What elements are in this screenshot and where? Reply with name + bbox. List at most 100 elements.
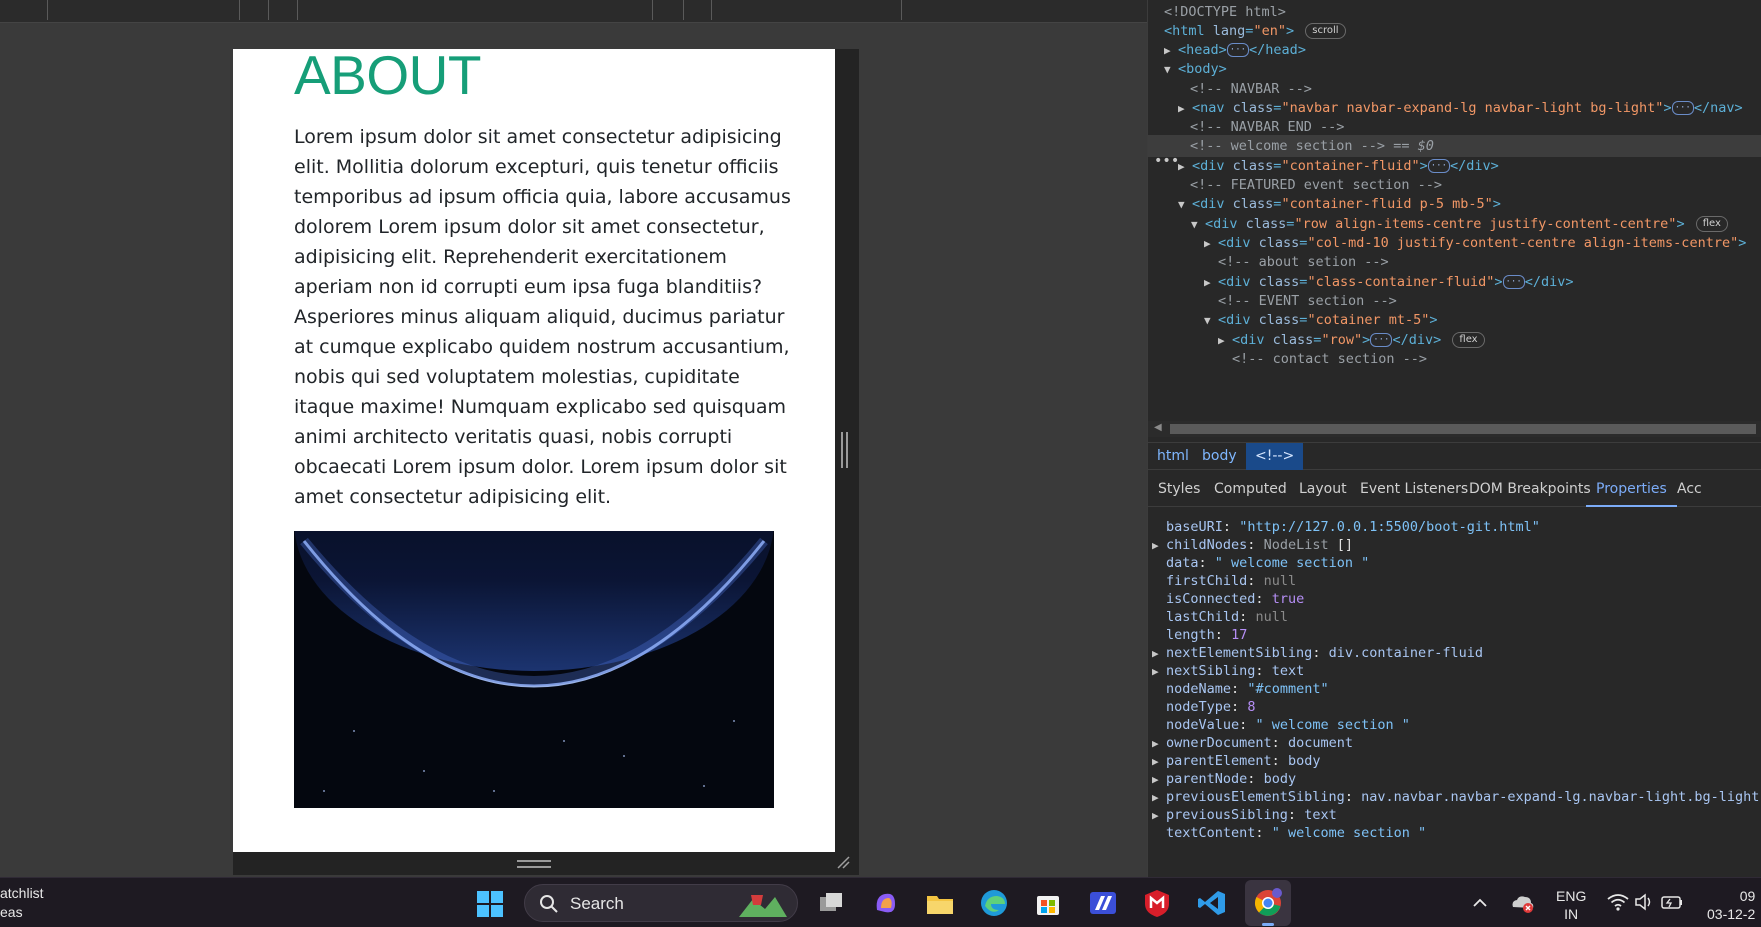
tab-accessibility[interactable]: Acc (1677, 471, 1702, 507)
prop-firstChild[interactable]: firstChild: null (1166, 571, 1761, 591)
prop-parentNode[interactable]: ▶ parentNode: body (1152, 769, 1761, 789)
dom-node-div-cotainer[interactable]: ▼ <div class="cotainer mt-5"> (1204, 309, 1761, 331)
colon: : (1231, 681, 1240, 697)
collapsed-ellipsis[interactable]: ··· (1671, 101, 1694, 115)
taskbar-search-box[interactable]: Search (524, 884, 798, 922)
prop-nextElementSibling[interactable]: ▶ nextElementSibling: div.container-fluid (1152, 643, 1761, 663)
chevron-up-icon[interactable] (1470, 893, 1490, 913)
prop-key: data (1166, 555, 1199, 571)
prop-nodeType[interactable]: nodeType: 8 (1166, 697, 1761, 717)
scroll-left-icon[interactable]: ◀ (1154, 422, 1162, 433)
collapse-arrow-icon[interactable]: ▼ (1204, 310, 1218, 332)
dom-node-comment-about[interactable]: <!-- about setion --> (1218, 251, 1761, 273)
expand-arrow-icon[interactable]: ▶ (1152, 662, 1166, 682)
tab-dom-breakpoints[interactable]: DOM Breakpoints (1469, 471, 1591, 507)
tab-layout[interactable]: Layout (1299, 471, 1347, 507)
onedrive-icon[interactable] (1509, 891, 1535, 915)
colon: : (1247, 771, 1256, 787)
viewport-resize-handle-bottom[interactable] (517, 860, 551, 868)
store-icon[interactable] (1033, 888, 1063, 918)
prop-previousElementSibling[interactable]: ▶ previousElementSibling: nav.navbar.navb… (1152, 787, 1761, 807)
prop-length[interactable]: length: 17 (1166, 625, 1761, 645)
class-attr: class (1232, 196, 1274, 212)
colon: : (1271, 753, 1280, 769)
prop-value: "http://127.0.0.1:5500/boot-git.html" (1239, 519, 1540, 535)
chrome-taskbar-button[interactable] (1245, 880, 1291, 926)
prop-key: previousSibling (1166, 807, 1288, 823)
collapsed-ellipsis[interactable]: ··· (1226, 43, 1250, 57)
close-bracket: > (1663, 100, 1672, 116)
dom-node-div-container-p5[interactable]: ▼ <div class="container-fluid p-5 mb-5"> (1178, 193, 1761, 215)
windows-start-icon[interactable] (476, 890, 504, 918)
wifi-icon[interactable] (1607, 892, 1629, 912)
expand-arrow-icon[interactable]: ▶ (1152, 536, 1166, 556)
prop-isConnected[interactable]: isConnected: true (1166, 589, 1761, 609)
comment-text: <!-- FEATURED event section --> (1190, 177, 1442, 193)
prop-ownerDocument[interactable]: ▶ ownerDocument: document (1152, 733, 1761, 753)
collapsed-ellipsis[interactable]: ··· (1427, 159, 1451, 173)
div-open-tag: <div (1218, 274, 1251, 290)
prop-parentElement[interactable]: ▶ parentElement: body (1152, 751, 1761, 771)
copilot-icon[interactable] (871, 888, 901, 918)
tab-computed[interactable]: Computed (1214, 471, 1287, 507)
prop-previousSibling[interactable]: ▶ previousSibling: text (1152, 805, 1761, 825)
breadcrumb-html[interactable]: html (1148, 443, 1198, 470)
prop-lastChild[interactable]: lastChild: null (1166, 607, 1761, 627)
prop-textContent[interactable]: textContent: " welcome section " (1166, 823, 1761, 843)
input-language-indicator[interactable]: ENG IN (1556, 887, 1586, 923)
html-close-bracket: > (1285, 23, 1295, 39)
viewport-resize-corner-icon[interactable] (836, 855, 850, 869)
about-heading: ABOUT (294, 49, 481, 106)
expand-arrow-icon[interactable]: ▶ (1218, 330, 1232, 352)
tab-event-listeners[interactable]: Event Listeners (1360, 471, 1468, 507)
collapse-arrow-icon[interactable]: ▼ (1178, 194, 1192, 216)
prop-data[interactable]: data: " welcome section " (1166, 553, 1761, 573)
viewport-resize-handle-right[interactable] (841, 432, 848, 468)
mcafee-icon[interactable] (1142, 888, 1172, 918)
html-tag: <html (1164, 23, 1205, 39)
tab-styles[interactable]: Styles (1158, 471, 1200, 507)
collapse-arrow-icon[interactable]: ▼ (1191, 214, 1205, 236)
breadcrumb-body[interactable]: body (1193, 443, 1246, 470)
dom-node-body[interactable]: ▼ <body> (1164, 58, 1761, 80)
volume-icon[interactable] (1634, 892, 1656, 912)
breadcrumb-comment[interactable]: <!--> (1246, 443, 1304, 470)
prop-nodeValue[interactable]: nodeValue: " welcome section " (1166, 715, 1761, 735)
system-clock[interactable]: 09 03-12-2 (1707, 887, 1755, 923)
flex-badge[interactable]: flex (1695, 216, 1728, 232)
flex-badge[interactable]: flex (1452, 332, 1485, 348)
battery-icon[interactable] (1660, 892, 1684, 912)
prop-baseURI[interactable]: baseURI: "http://127.0.0.1:5500/boot-git… (1166, 517, 1761, 537)
weather-widget[interactable]: atchlist eas (0, 884, 44, 922)
task-view-icon[interactable] (816, 888, 846, 918)
comment-text: <!-- contact section --> (1232, 351, 1428, 367)
search-label: Search (570, 894, 624, 913)
prop-nodeName[interactable]: nodeName: "#comment" (1166, 679, 1761, 699)
collapse-arrow-icon[interactable]: ▼ (1164, 59, 1178, 81)
chrome-icon (1254, 888, 1282, 916)
prop-key: nodeName (1166, 681, 1232, 697)
file-explorer-icon[interactable] (925, 888, 955, 918)
dom-node-comment-welcome-selected[interactable]: <!-- welcome section --> == $0 (1148, 135, 1761, 157)
prop-value: true (1271, 591, 1305, 607)
expand-arrow-icon[interactable]: ▶ (1204, 233, 1218, 255)
dom-tree-horizontal-scrollbar[interactable]: ◀ (1148, 421, 1761, 437)
prop-nextSibling[interactable]: ▶ nextSibling: text (1152, 661, 1761, 681)
vscode-alt-icon[interactable] (1088, 888, 1118, 918)
scroll-badge[interactable]: scroll (1305, 23, 1346, 39)
dom-node-comment-contact[interactable]: <!-- contact section --> (1232, 348, 1761, 370)
expand-arrow-icon[interactable]: ▶ (1152, 806, 1166, 826)
tab-properties[interactable]: Properties (1586, 471, 1677, 507)
lang-value: "en" (1253, 23, 1286, 39)
vscode-icon[interactable] (1197, 888, 1227, 918)
edge-icon[interactable] (979, 888, 1009, 918)
class-attr: class (1232, 100, 1274, 116)
expand-arrow-icon[interactable]: ▶ (1204, 272, 1218, 294)
prop-value: " welcome section " (1271, 825, 1427, 841)
scrollbar-thumb[interactable] (1170, 424, 1756, 434)
prop-value: body (1263, 771, 1297, 787)
close-bracket: > (1676, 216, 1685, 232)
prop-childNodes[interactable]: ▶ childNodes: NodeList [] (1152, 535, 1761, 555)
collapsed-ellipsis[interactable]: ··· (1370, 333, 1393, 347)
collapsed-ellipsis[interactable]: ··· (1502, 275, 1525, 289)
